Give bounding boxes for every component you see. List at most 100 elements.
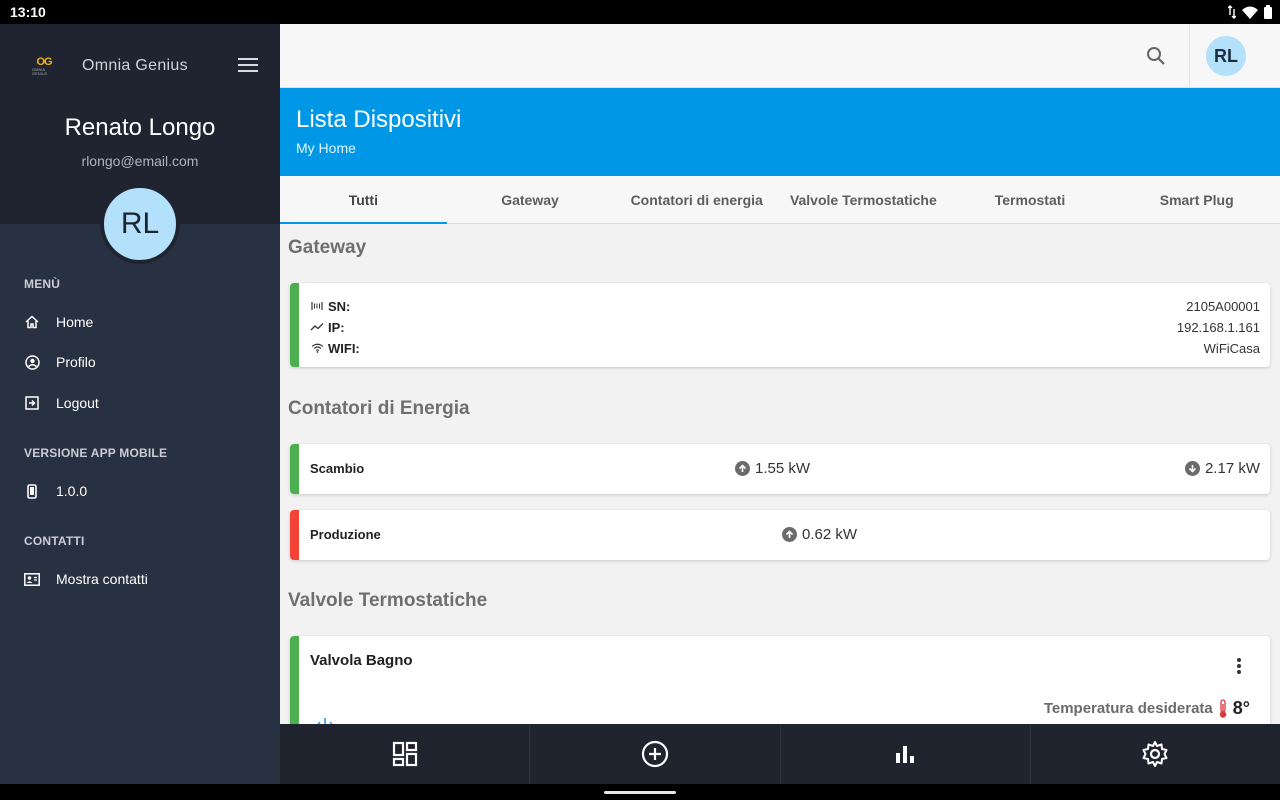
arrow-up-icon [782, 527, 797, 542]
meter-up-value: 0.62 kW [782, 526, 857, 543]
add-circle-icon [641, 740, 668, 768]
meter-up-text: 0.62 kW [802, 526, 858, 543]
user-email: rlongo@email.com [81, 153, 199, 169]
topbar-divider [1189, 24, 1190, 88]
app-version-item: 1.0.0 [24, 483, 87, 499]
bottom-nav-stats[interactable] [779, 724, 1030, 784]
gateway-wifi-value: WiFiCasa [1203, 340, 1260, 356]
home-icon [24, 314, 40, 330]
device-tabs: Tutti Gateway Contatori di energia Valvo… [280, 176, 1280, 224]
data-transfer-icon [1228, 5, 1236, 19]
sidebar-item-contacts[interactable]: Mostra contatti [24, 571, 148, 587]
status-accent [290, 636, 299, 724]
brand-name: Omnia Genius [82, 57, 188, 74]
account-circle-icon [24, 354, 40, 370]
more-options-icon[interactable] [1236, 658, 1242, 674]
user-name: Renato Longo [64, 114, 216, 141]
status-icons [1228, 5, 1272, 19]
battery-icon [1264, 5, 1272, 19]
page-subtitle: My Home [296, 140, 356, 156]
meter-name: Scambio [310, 461, 365, 476]
target-temperature: Temperatura desiderata 8° [1044, 698, 1250, 719]
wifi-status-icon [1242, 6, 1258, 19]
gateway-card[interactable]: SN: 2105A00001 IP: 192.168.1.161 WIFI: W… [290, 283, 1270, 367]
sidebar-item-profile[interactable]: Profilo [24, 354, 96, 370]
meter-card-produzione[interactable]: Produzione 0.62 kW [290, 510, 1270, 560]
meter-name: Produzione [310, 527, 381, 542]
gateway-sn-label: SN: [328, 298, 351, 314]
bar-chart-icon [896, 746, 915, 763]
energy-section-title: Contatori di Energia [288, 398, 470, 419]
sidebar-item-home[interactable]: Home [24, 314, 93, 330]
target-temperature-value: 8° [1232, 698, 1250, 718]
valves-section-title: Valvole Termostatiche [288, 590, 488, 611]
status-time: 13:10 [10, 4, 46, 20]
sidebar-avatar[interactable]: RL [100, 184, 180, 264]
status-accent [290, 510, 299, 560]
menu-toggle-icon[interactable] [238, 58, 258, 72]
home-indicator[interactable] [604, 791, 676, 794]
valve-card[interactable]: Valvola Bagno Temperatura desiderata 8° [290, 636, 1270, 724]
dashboard-icon [392, 741, 417, 767]
logout-icon [24, 395, 40, 411]
tab-tutti[interactable]: Tutti [280, 176, 447, 224]
meter-up-value: 1.55 kW [735, 460, 810, 477]
tab-valvole[interactable]: Valvole Termostatiche [780, 176, 947, 223]
tab-gateway[interactable]: Gateway [447, 176, 614, 223]
sidebar-item-label: Profilo [56, 354, 96, 370]
gateway-wifi-row: WIFI: WiFiCasa [310, 338, 1260, 358]
tab-smart-plug[interactable]: Smart Plug [1113, 176, 1280, 223]
gateway-ip-label: IP: [328, 319, 345, 335]
brand-logo: OG OMNIA GENIUS [32, 54, 56, 78]
user-avatar-button[interactable]: RL [1206, 36, 1246, 76]
sidebar: OG OMNIA GENIUS Omnia Genius Renato Long… [0, 24, 280, 784]
brand: OG OMNIA GENIUS Omnia Genius [32, 54, 188, 78]
sidebar-item-label: Home [56, 314, 94, 330]
version-section-title: VERSIONE APP MOBILE [24, 446, 168, 460]
phone-icon [24, 483, 40, 499]
bottom-navigation [280, 724, 1280, 784]
page-header: Lista Dispositivi My Home [280, 88, 1280, 176]
logo-subtext: OMNIA GENIUS [32, 66, 48, 76]
settings-gear-icon [1142, 741, 1168, 767]
gateway-sn-value: 2105A00001 [1186, 298, 1260, 314]
app-version: 1.0.0 [56, 483, 88, 499]
meter-up-text: 1.55 kW [755, 460, 811, 477]
meter-down-text: 2.17 kW [1204, 460, 1260, 477]
top-app-bar: RL [280, 24, 1280, 88]
search-icon[interactable] [1144, 44, 1168, 68]
gateway-ip-value: 192.168.1.161 [1176, 319, 1260, 335]
meter-down-value: 2.17 kW [1184, 460, 1260, 477]
arrow-up-icon [735, 461, 750, 476]
valve-name: Valvola Bagno [310, 652, 413, 669]
gateway-sn-row: SN: 2105A00001 [310, 296, 1260, 316]
gateway-wifi-label: WIFI: [328, 340, 360, 356]
system-navigation-bar [0, 784, 1280, 800]
contacts-icon [24, 571, 40, 587]
status-accent [290, 444, 299, 494]
sidebar-item-label: Logout [56, 395, 99, 411]
power-icon[interactable] [314, 716, 336, 724]
menu-section-title: MENÙ [24, 277, 61, 291]
gateway-ip-row: IP: 192.168.1.161 [310, 317, 1260, 337]
main-content: RL Lista Dispositivi My Home Tutti Gatew… [280, 24, 1280, 724]
tab-termostati[interactable]: Termostati [947, 176, 1114, 223]
bottom-nav-add[interactable] [529, 724, 779, 784]
wifi-icon [310, 341, 324, 355]
gateway-section-title: Gateway [288, 237, 367, 258]
sidebar-item-logout[interactable]: Logout [24, 395, 99, 411]
page-title: Lista Dispositivi [296, 106, 462, 133]
thermometer-icon [1219, 698, 1226, 718]
bottom-nav-settings[interactable] [1029, 724, 1280, 784]
trend-icon [310, 320, 324, 334]
status-bar: 13:10 [0, 0, 1280, 24]
tab-contatori[interactable]: Contatori di energia [613, 176, 780, 223]
logo-mark: OG [36, 55, 52, 68]
meter-card-scambio[interactable]: Scambio 1.55 kW 2.17 kW [290, 444, 1270, 494]
contacts-section-title: CONTATTI [24, 534, 85, 548]
serial-icon [310, 299, 324, 313]
bottom-nav-dashboard[interactable] [280, 724, 529, 784]
status-accent [290, 283, 299, 367]
arrow-down-icon [1184, 461, 1200, 476]
target-temperature-label: Temperatura desiderata [1043, 700, 1213, 717]
